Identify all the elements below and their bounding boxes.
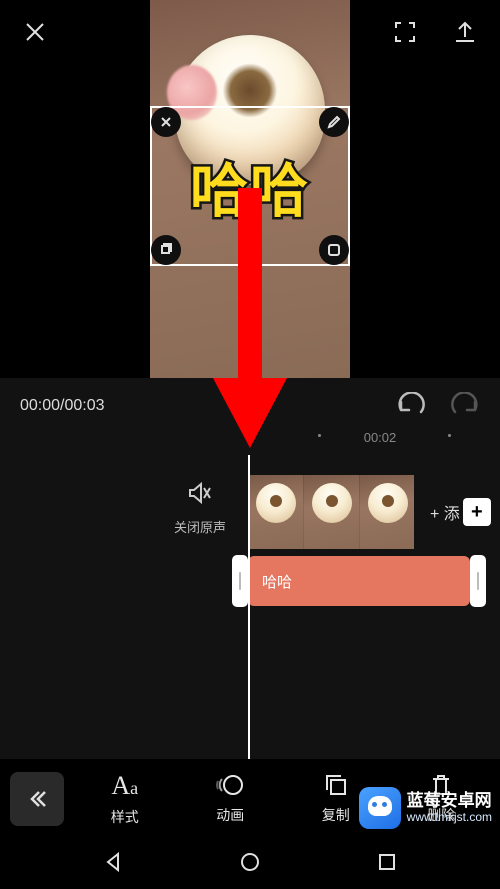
nav-back[interactable] [102,851,124,878]
fullscreen-button[interactable] [392,19,418,50]
add-label: + 添 [430,500,460,524]
copy-icon [322,771,350,799]
text-clip-handle-right[interactable] [470,555,486,607]
style-icon: Aa [111,771,138,801]
nav-recent[interactable] [376,851,398,878]
undo-button[interactable] [396,392,426,421]
tool-label: 动画 [216,805,244,825]
nav-home[interactable] [239,851,261,878]
tool-style[interactable]: Aa 样式 [111,771,139,827]
tool-copy[interactable]: 复制 [322,771,350,827]
text-clip-handle-left[interactable] [232,555,248,607]
play-button[interactable] [237,391,263,422]
copy-handle[interactable] [151,235,181,265]
text-clip-label: 哈哈 [262,571,292,592]
timeline[interactable]: 关闭原声 + 添 + 哈哈 [0,455,500,759]
time-display: 00:00/00:03 [20,397,105,415]
collapse-toolbar-button[interactable] [10,772,64,826]
watermark-icon [359,787,401,829]
edit-handle[interactable] [319,107,349,137]
clip-thumb [360,475,414,549]
timeline-ruler[interactable]: 0 00:02 [0,430,500,454]
animation-icon [216,771,244,799]
playhead[interactable] [248,455,250,759]
ruler-dot [448,434,451,437]
mute-label: 关闭原声 [165,517,235,536]
clip-thumb [248,475,304,549]
overlay-text[interactable]: 哈哈 [190,144,310,228]
top-bar [0,0,500,68]
mute-toggle[interactable]: 关闭原声 [165,480,235,536]
watermark-url: www.lmkjst.com [407,811,492,824]
close-button[interactable] [22,19,48,50]
video-clip[interactable] [248,475,414,549]
close-handle[interactable] [151,107,181,137]
watermark-title: 蓝莓安卓网 [407,792,492,811]
add-button[interactable]: + [463,498,491,526]
watermark: 蓝莓安卓网 www.lmkjst.com [359,787,492,829]
tool-label: 样式 [111,807,139,827]
time-controls: 00:00/00:03 [0,386,500,426]
tool-label: 复制 [322,805,350,825]
scale-handle[interactable] [319,235,349,265]
text-selection-box[interactable]: 哈哈 [150,106,350,266]
tool-animation[interactable]: 动画 [216,771,244,827]
add-clip[interactable]: + 添 + [430,475,500,549]
ruler-dot [318,434,321,437]
text-clip[interactable]: 哈哈 [248,556,470,606]
export-button[interactable] [452,19,478,50]
android-nav-bar [0,839,500,889]
clip-thumb [304,475,360,549]
redo-button[interactable] [450,392,480,421]
ruler-tick: 00:02 [364,430,397,445]
